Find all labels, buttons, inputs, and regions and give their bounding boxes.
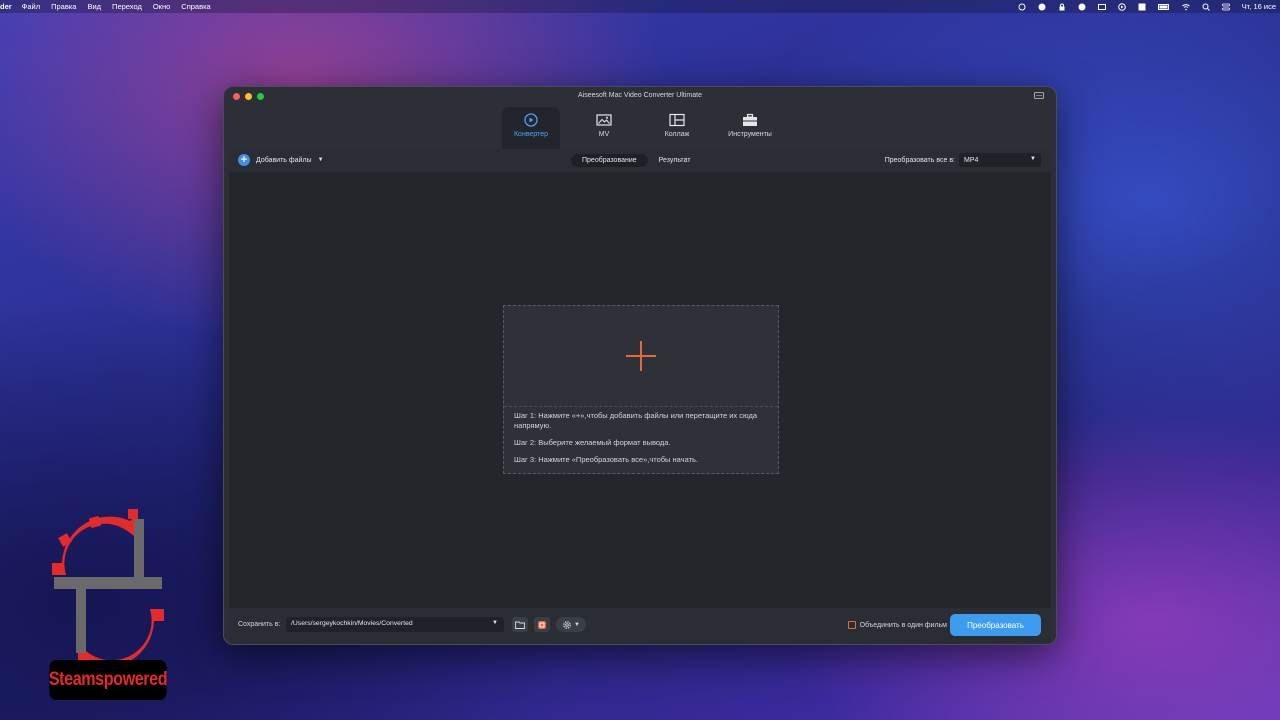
- chevron-down-icon[interactable]: ▼: [318, 157, 324, 163]
- title-bar[interactable]: Aiseesoft Mac Video Converter Ultimate: [224, 87, 1056, 107]
- menubar-app-name[interactable]: der: [0, 2, 12, 11]
- merge-option[interactable]: Объединить в один фильм: [847, 621, 947, 629]
- wifi-icon[interactable]: [1181, 3, 1190, 11]
- tab-toolbox-label: Инструменты: [728, 131, 772, 138]
- display-icon[interactable]: [1097, 3, 1106, 11]
- bottom-bar: Сохранить в: /Users/sergeykochkin/Movies…: [229, 608, 1051, 644]
- view-segmented-control: Преобразование Результат: [571, 154, 702, 167]
- output-format-value: MP4: [964, 156, 979, 164]
- menu-file[interactable]: Файл: [22, 2, 40, 11]
- tab-converter-label: Конвертер: [513, 131, 549, 138]
- battery-icon[interactable]: [1157, 3, 1170, 11]
- menu-edit[interactable]: Правка: [51, 2, 76, 11]
- clock[interactable]: Чт, 16 исе: [1242, 2, 1276, 11]
- settings-button[interactable]: ▼: [556, 617, 586, 632]
- tab-collage-label: Коллаж: [664, 131, 690, 138]
- convert-button[interactable]: Преобразовать: [950, 614, 1041, 636]
- merge-checkbox[interactable]: [847, 621, 856, 629]
- tab-toolbox[interactable]: Инструменты: [721, 107, 779, 149]
- add-files-label: Добавить файлы: [256, 156, 312, 164]
- save-path-select[interactable]: /Users/sergeykochkin/Movies/Converted ▼: [286, 617, 504, 632]
- status-icon-3[interactable]: [1078, 3, 1086, 11]
- status-icon-2[interactable]: [1038, 3, 1046, 11]
- tab-converter[interactable]: Конвертер: [502, 107, 560, 149]
- hardware-acceleration-button[interactable]: [534, 617, 550, 632]
- control-center-icon[interactable]: [1221, 3, 1230, 11]
- step-1-text: Шаг 1: Нажмите «+»,чтобы добавить файлы …: [514, 411, 758, 430]
- tab-mv[interactable]: MV: [575, 107, 633, 149]
- output-format-select[interactable]: MP4 ▼: [959, 153, 1041, 167]
- chevron-down-icon: ▼: [492, 620, 498, 626]
- gear-icon: [563, 620, 571, 629]
- plus-icon[interactable]: [626, 341, 656, 371]
- menu-window[interactable]: Окно: [153, 2, 170, 11]
- acceleration-icon: [538, 620, 546, 629]
- menu-help[interactable]: Справка: [181, 2, 210, 11]
- feedback-icon[interactable]: [1034, 92, 1044, 100]
- menu-view[interactable]: Вид: [87, 2, 101, 11]
- add-files-button[interactable]: + Добавить файлы ▼: [238, 154, 324, 166]
- chevron-down-icon: ▼: [1030, 156, 1036, 162]
- save-to-label: Сохранить в:: [238, 621, 281, 628]
- open-folder-button[interactable]: [512, 617, 528, 632]
- menu-go[interactable]: Переход: [112, 2, 142, 11]
- menu-bar: der Файл Правка Вид Переход Окно Справка…: [0, 0, 1280, 13]
- save-path-value: /Users/sergeykochkin/Movies/Converted: [291, 620, 413, 627]
- convert-all-label: Преобразовать все в:: [884, 156, 955, 164]
- add-file-area[interactable]: [504, 306, 778, 407]
- step-2-text: Шаг 2: Выберите желаемый формат вывода.: [514, 438, 671, 447]
- tab-result[interactable]: Результат: [648, 154, 702, 167]
- lock-icon[interactable]: [1058, 3, 1066, 11]
- file-list-area: Шаг 1: Нажмите «+»,чтобы добавить файлы …: [229, 172, 1051, 608]
- tab-collage[interactable]: Коллаж: [648, 107, 706, 149]
- converter-toolbar: + Добавить файлы ▼ Преобразование Резуль…: [229, 149, 1051, 172]
- mv-icon: [596, 114, 612, 126]
- collage-icon: [669, 113, 685, 127]
- convert-all-to: Преобразовать все в: MP4 ▼: [885, 153, 1041, 167]
- instructions: Шаг 1: Нажмите «+»,чтобы добавить файлы …: [514, 411, 760, 472]
- app-window: Aiseesoft Mac Video Converter Ultimate К…: [223, 86, 1057, 645]
- tab-mv-label: MV: [598, 131, 610, 138]
- add-icon: +: [238, 154, 250, 166]
- play-icon[interactable]: [1117, 2, 1126, 11]
- chevron-down-icon: ▼: [574, 621, 580, 628]
- step-3-text: Шаг 3: Нажмите «Преобразовать все»,чтобы…: [514, 455, 699, 464]
- tab-conversion[interactable]: Преобразование: [571, 154, 648, 167]
- drop-zone[interactable]: Шаг 1: Нажмите «+»,чтобы добавить файлы …: [503, 305, 779, 474]
- window-title: Aiseesoft Mac Video Converter Ultimate: [578, 92, 702, 99]
- main-tabs: Конвертер MV Коллаж Инструменты: [502, 107, 794, 149]
- folder-icon: [515, 621, 525, 629]
- converter-icon: [524, 113, 538, 127]
- merge-label: Объединить в один фильм: [859, 621, 947, 629]
- status-area: Чт, 16 исе: [1018, 2, 1280, 11]
- input-source-icon[interactable]: [1138, 3, 1146, 11]
- spotlight-search-icon[interactable]: [1202, 3, 1210, 11]
- status-icon-1[interactable]: [1018, 3, 1026, 11]
- toolbox-icon: [743, 113, 757, 126]
- watermark-text: Steamspowered: [49, 660, 168, 700]
